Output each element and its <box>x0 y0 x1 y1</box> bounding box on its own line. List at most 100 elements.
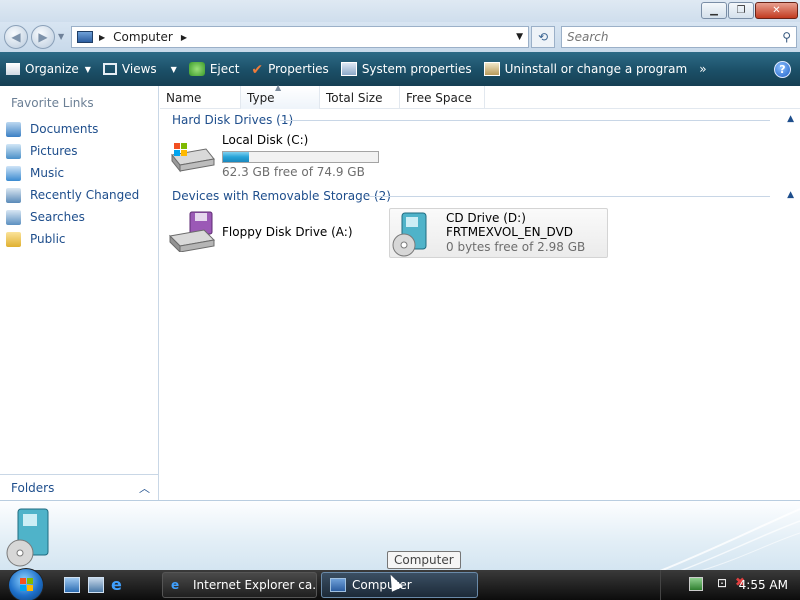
breadcrumb-computer[interactable]: Computer <box>113 30 173 44</box>
drive-free-space: 0 bytes free of 2.98 GB <box>446 240 586 254</box>
taskbar-button-label: Internet Explorer ca... <box>193 578 317 592</box>
help-button[interactable]: ? <box>774 61 791 78</box>
favorite-link-label: Public <box>30 232 66 246</box>
column-header-label: Type <box>247 90 275 105</box>
drive-info: Floppy Disk Drive (A:) <box>222 210 353 252</box>
favorite-link-label: Recently Changed <box>30 188 140 202</box>
restore-button[interactable]: ❐ <box>728 2 754 19</box>
drive-usage-bar <box>222 151 379 163</box>
sort-arrow-icon: ▲ <box>275 83 282 92</box>
uninstall-label: Uninstall or change a program <box>504 62 688 76</box>
help-icon: ? <box>779 63 786 76</box>
network-icon[interactable] <box>689 577 703 591</box>
more-commands-label: » <box>699 62 707 76</box>
eject-button[interactable]: Eject <box>183 52 246 86</box>
computer-icon <box>330 578 346 592</box>
clock[interactable]: 4:55 AM <box>739 578 788 592</box>
recently-changed-icon <box>6 187 21 203</box>
drive-local-disk-c[interactable]: Local Disk (C:) 62.3 GB free of 74.9 GB <box>168 133 379 179</box>
file-list: Name ▲ Type Total Size Free Space Hard D… <box>160 83 800 500</box>
search-input[interactable] <box>562 27 762 47</box>
address-dropdown-icon[interactable]: ▼ <box>516 32 523 42</box>
organize-button[interactable]: Organize ▼ <box>0 52 97 86</box>
column-headers: Name ▲ Type Total Size Free Space <box>160 83 800 109</box>
drive-cd-d[interactable]: CD Drive (D:) FRTMEXVOL_EN_DVD 0 bytes f… <box>389 208 608 258</box>
properties-button[interactable]: ✔ Properties <box>245 52 334 86</box>
system-properties-button[interactable]: System properties <box>335 52 478 86</box>
more-commands-button[interactable]: » <box>693 52 712 86</box>
drive-name: CD Drive (D:) <box>446 211 526 225</box>
uninstall-program-button[interactable]: Uninstall or change a program <box>478 52 694 86</box>
search-box[interactable]: ⚲ <box>561 26 797 48</box>
drive-free-space: 62.3 GB free of 74.9 GB <box>222 165 365 179</box>
start-button[interactable] <box>8 568 44 600</box>
breadcrumb-chevron-icon[interactable]: ▶ <box>181 33 187 42</box>
back-button[interactable]: ◀ <box>4 25 28 49</box>
checkmark-icon: ✔ <box>251 62 264 78</box>
favorite-link-music[interactable]: Music <box>6 162 139 184</box>
recent-pages-chevron-icon[interactable]: ▼ <box>58 32 64 41</box>
hard-drive-icon <box>168 133 216 175</box>
drive-floppy-a[interactable]: Floppy Disk Drive (A:) <box>168 210 353 254</box>
favorite-links-title: Favorite Links <box>11 96 94 110</box>
group-title: Hard Disk Drives (1) <box>172 113 294 127</box>
collapse-group-chevron-icon[interactable]: ▲ <box>787 190 794 200</box>
music-icon <box>6 165 21 181</box>
group-title: Devices with Removable Storage (2) <box>172 189 391 203</box>
drive-info: CD Drive (D:) FRTMEXVOL_EN_DVD 0 bytes f… <box>446 211 585 257</box>
title-bar: ▁ ❐ ✕ <box>0 0 800 22</box>
group-divider <box>365 196 770 197</box>
favorite-link-searches[interactable]: Searches <box>6 206 139 228</box>
group-header-hard-disk-drives[interactable]: Hard Disk Drives (1) <box>172 111 293 129</box>
favorite-link-recently-changed[interactable]: Recently Changed <box>6 184 139 206</box>
views-button[interactable]: Views ▼ <box>97 52 183 86</box>
cd-drive-icon <box>392 211 440 257</box>
windows-logo-icon <box>20 578 33 591</box>
favorite-link-public[interactable]: Public <box>6 228 139 250</box>
dropdown-arrow-icon: ▼ <box>170 64 177 74</box>
column-header-name[interactable]: Name <box>160 86 241 109</box>
forward-button[interactable]: ▶ <box>31 25 55 49</box>
properties-label: Properties <box>268 62 329 76</box>
drive-volume-label: FRTMEXVOL_EN_DVD <box>446 225 574 239</box>
public-folder-icon <box>6 231 21 247</box>
dropdown-arrow-icon: ▼ <box>84 64 91 74</box>
eject-icon <box>188 62 205 76</box>
search-icon[interactable]: ⚲ <box>782 30 791 44</box>
eject-label: Eject <box>209 62 240 76</box>
group-header-removable-storage[interactable]: Devices with Removable Storage (2) <box>172 187 391 205</box>
minimize-button[interactable]: ▁ <box>701 2 727 19</box>
address-bar[interactable]: ▶ Computer ▶ ▼ <box>71 26 529 48</box>
column-header-label: Total Size <box>326 90 383 105</box>
organize-label: Organize <box>25 62 79 76</box>
refresh-button[interactable]: ⟲ <box>531 26 555 48</box>
navigation-pane: Favorite Links Documents Pictures Music … <box>0 86 159 500</box>
show-desktop-icon[interactable] <box>64 577 80 593</box>
computer-icon <box>77 31 93 43</box>
tooltip-text: Computer <box>394 553 454 567</box>
breadcrumb-chevron-icon[interactable]: ▶ <box>99 33 105 42</box>
network-disconnected-icon[interactable]: ⊡ <box>717 576 727 590</box>
column-header-type[interactable]: ▲ Type <box>241 83 320 109</box>
drive-name: Local Disk (C:) <box>222 133 309 147</box>
favorite-link-label: Documents <box>30 122 99 136</box>
internet-explorer-icon[interactable]: e <box>111 577 127 593</box>
views-label: Views <box>121 62 157 76</box>
favorite-link-documents[interactable]: Documents <box>6 118 139 140</box>
chevron-up-icon[interactable]: ︿ <box>139 480 150 496</box>
collapse-group-chevron-icon[interactable]: ▲ <box>787 114 794 124</box>
searches-icon <box>6 209 21 225</box>
taskbar-button-internet-explorer[interactable]: e Internet Explorer ca... <box>162 572 317 598</box>
window-controls: ▁ ❐ ✕ <box>701 2 798 19</box>
column-header-label: Free Space <box>406 90 472 105</box>
switch-windows-icon[interactable] <box>88 577 104 593</box>
folders-toggle[interactable]: Folders ︿ <box>0 474 158 500</box>
column-header-free-space[interactable]: Free Space <box>400 86 485 109</box>
floppy-drive-icon <box>168 210 216 254</box>
close-button[interactable]: ✕ <box>755 2 798 19</box>
favorite-link-label: Music <box>30 166 65 180</box>
favorite-link-label: Pictures <box>30 144 78 158</box>
organize-icon <box>6 63 20 75</box>
favorite-link-pictures[interactable]: Pictures <box>6 140 139 162</box>
column-header-total-size[interactable]: Total Size <box>320 86 400 109</box>
